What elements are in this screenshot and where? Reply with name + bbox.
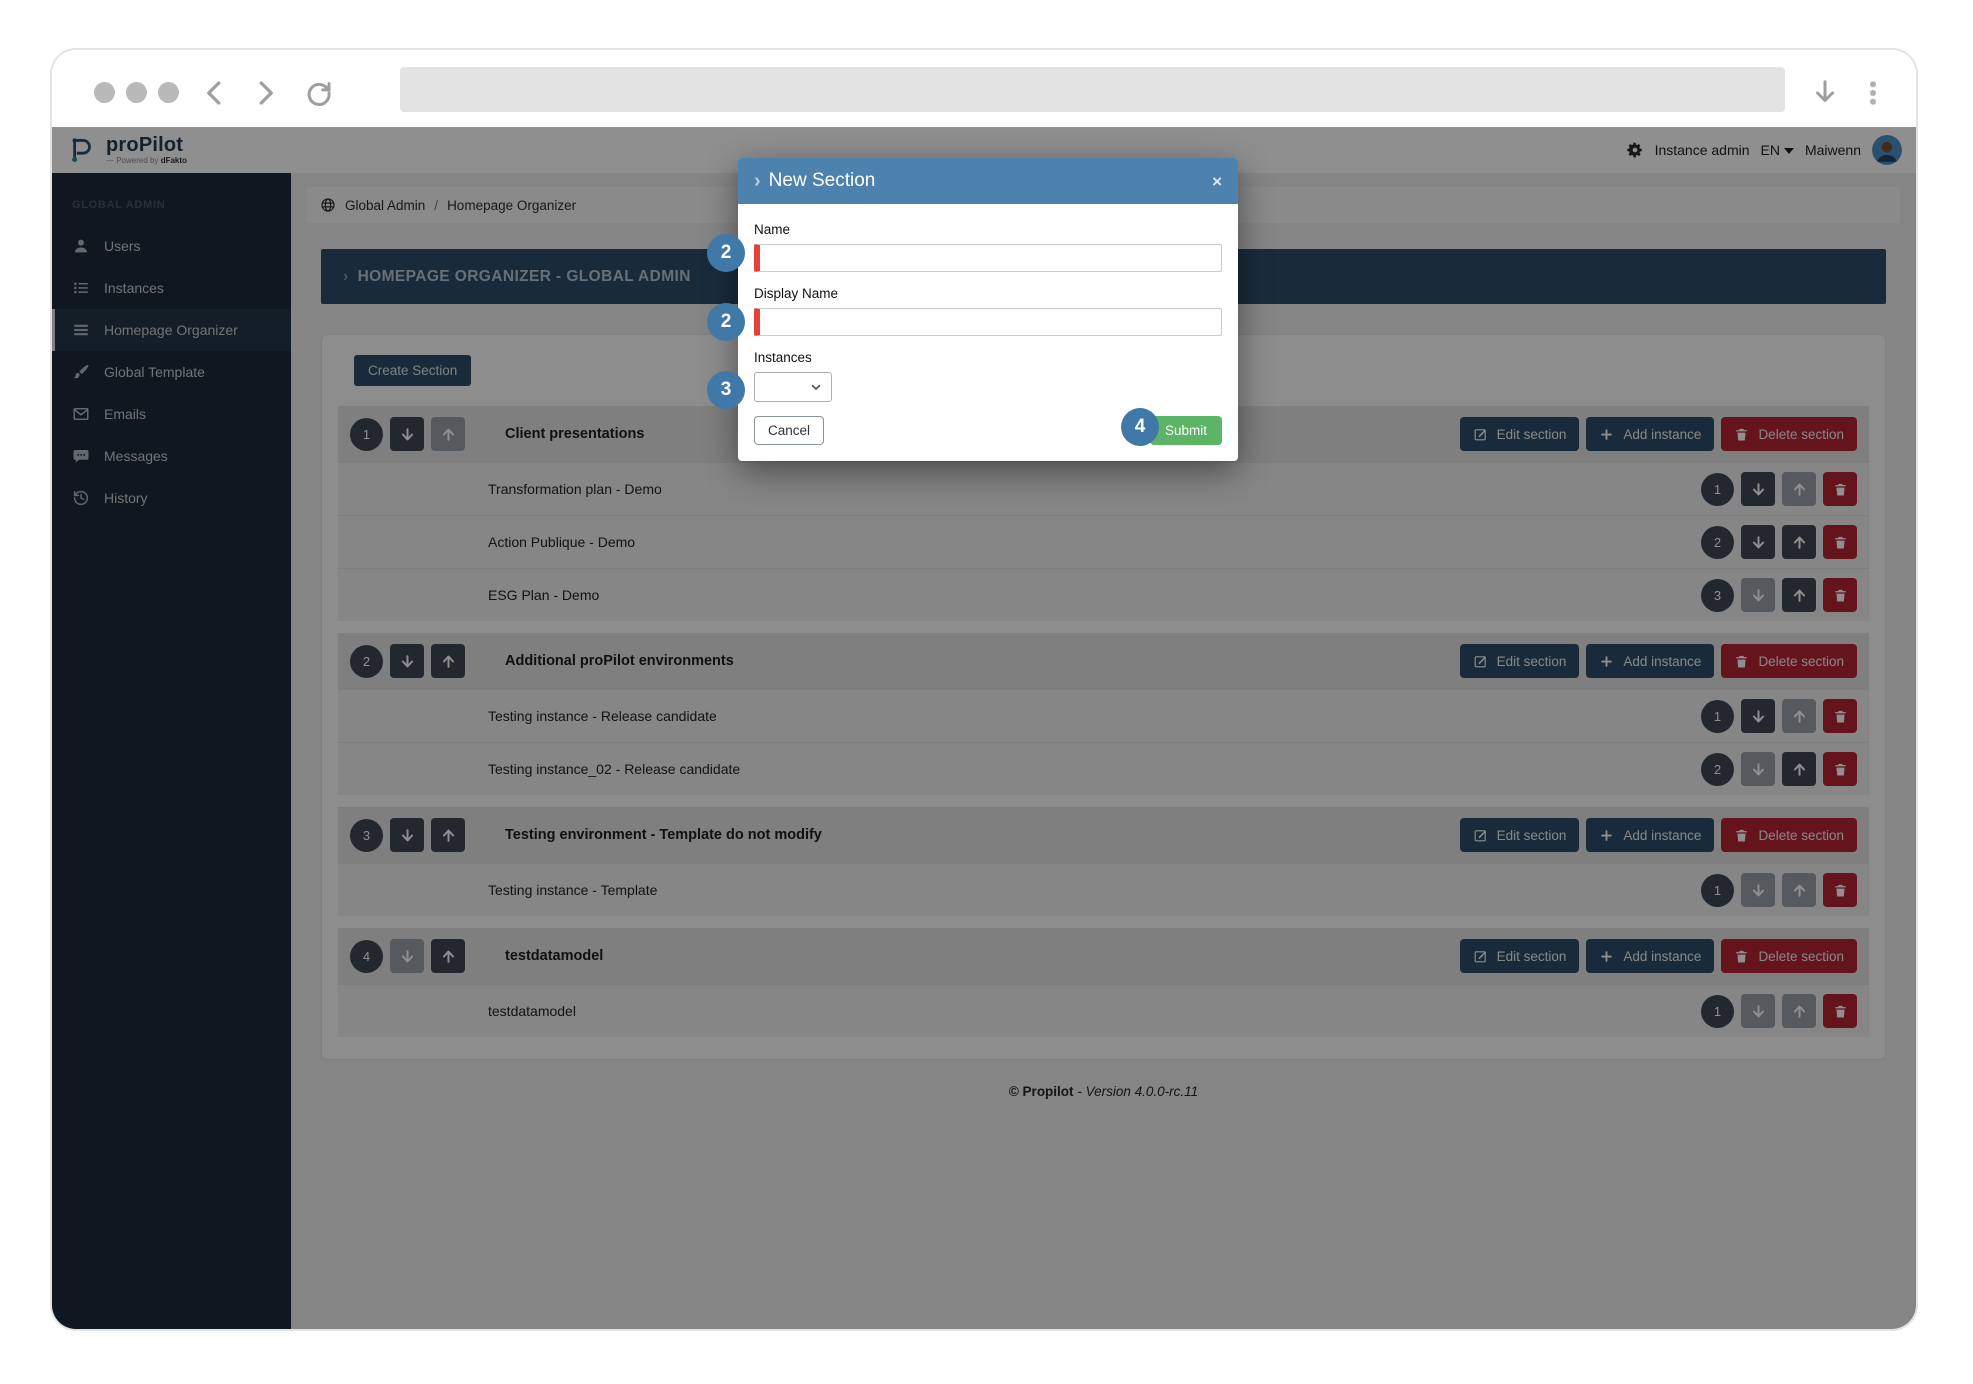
instances-select[interactable] xyxy=(754,372,832,402)
chevron-down-icon xyxy=(811,384,821,390)
window-control-dot-2[interactable] xyxy=(126,82,147,103)
name-label: Name xyxy=(754,222,791,237)
display-name-input[interactable] xyxy=(754,308,1222,336)
annotation-step-name: 2 xyxy=(707,234,745,272)
name-input[interactable] xyxy=(754,244,1222,272)
close-icon[interactable]: × xyxy=(1212,173,1222,190)
modal-title-chevron-icon: › xyxy=(754,169,761,192)
display-name-label: Display Name xyxy=(754,286,839,301)
back-button[interactable] xyxy=(200,78,230,108)
address-bar[interactable] xyxy=(400,67,1785,112)
submit-button[interactable]: Submit xyxy=(1149,416,1222,445)
download-icon[interactable] xyxy=(1810,78,1840,108)
cancel-button[interactable]: Cancel xyxy=(754,416,825,445)
modal-body: Name Display Name Instances xyxy=(738,204,1238,402)
window-control-dot-3[interactable] xyxy=(158,82,179,103)
new-section-modal: › New Section × Name Display Name Instan… xyxy=(738,158,1238,461)
browser-menu-icon[interactable] xyxy=(1858,78,1888,108)
refresh-button[interactable] xyxy=(304,78,334,108)
annotation-step-submit: 4 xyxy=(1121,408,1159,446)
instances-label: Instances xyxy=(754,350,812,365)
window-control-dot-1[interactable] xyxy=(94,82,115,103)
modal-title: New Section xyxy=(768,170,876,191)
modal-header: › New Section × xyxy=(738,158,1238,204)
browser-toolbar xyxy=(52,50,1916,127)
annotation-step-display: 2 xyxy=(707,303,745,341)
annotation-step-instances: 3 xyxy=(707,371,745,409)
modal-footer: Cancel Submit xyxy=(738,402,1238,461)
forward-button[interactable] xyxy=(250,78,280,108)
page: { "browser": { "address_value": "", "ico… xyxy=(0,0,1973,1384)
